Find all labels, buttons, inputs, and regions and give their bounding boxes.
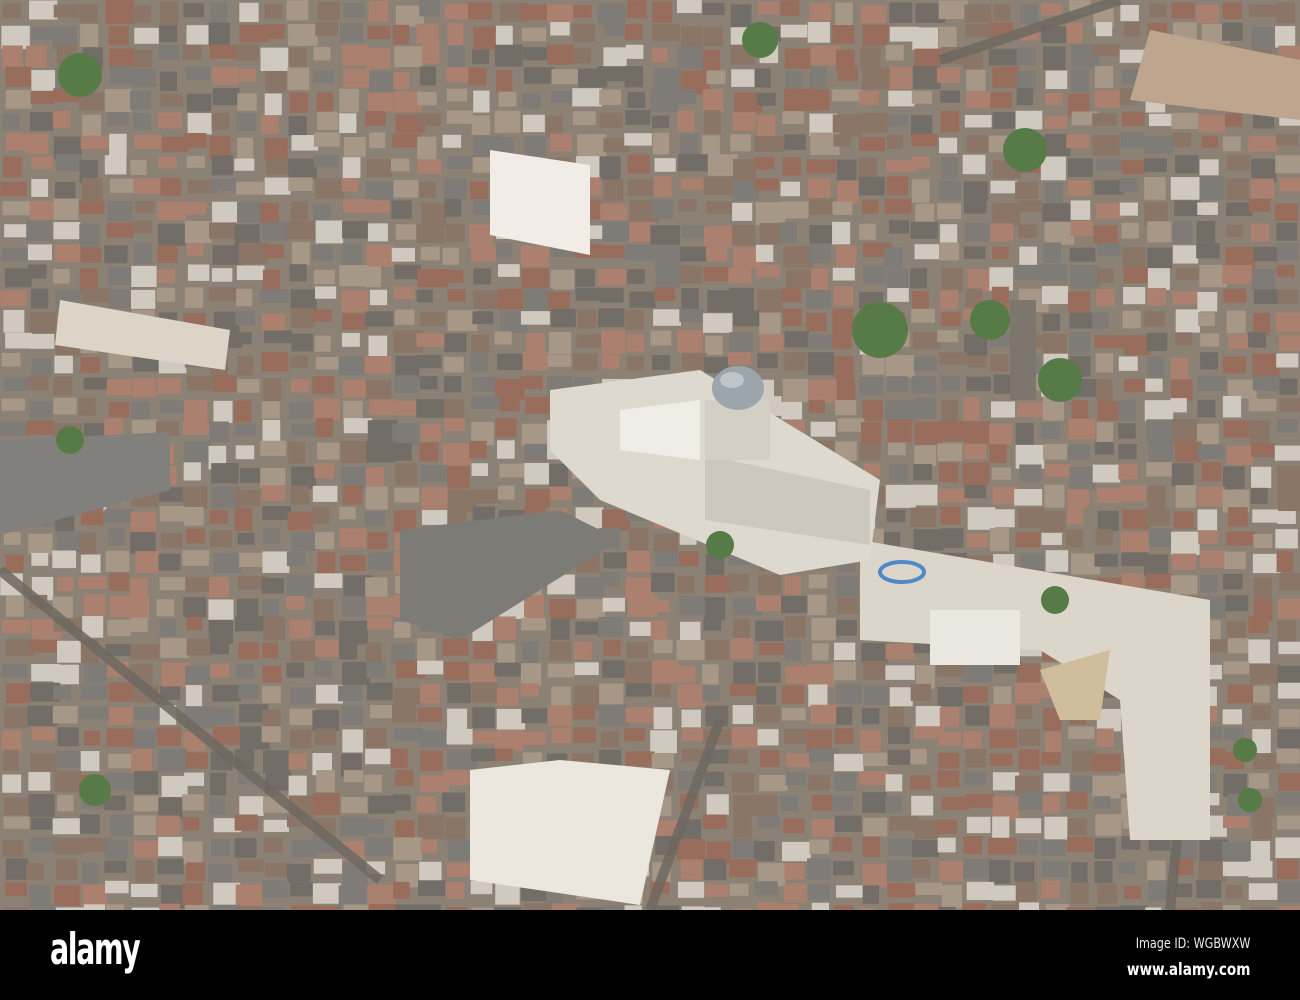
site-url: www.alamy.com (1126, 960, 1250, 980)
alamy-logo: alamy (50, 924, 141, 975)
city-scene (0, 0, 1300, 910)
image-id-label: Image ID: WGBWXW (1135, 936, 1250, 952)
watermark-bar: alamy Image ID: WGBWXW www.alamy.com (0, 910, 1300, 1000)
aerial-city-photo (0, 0, 1300, 910)
